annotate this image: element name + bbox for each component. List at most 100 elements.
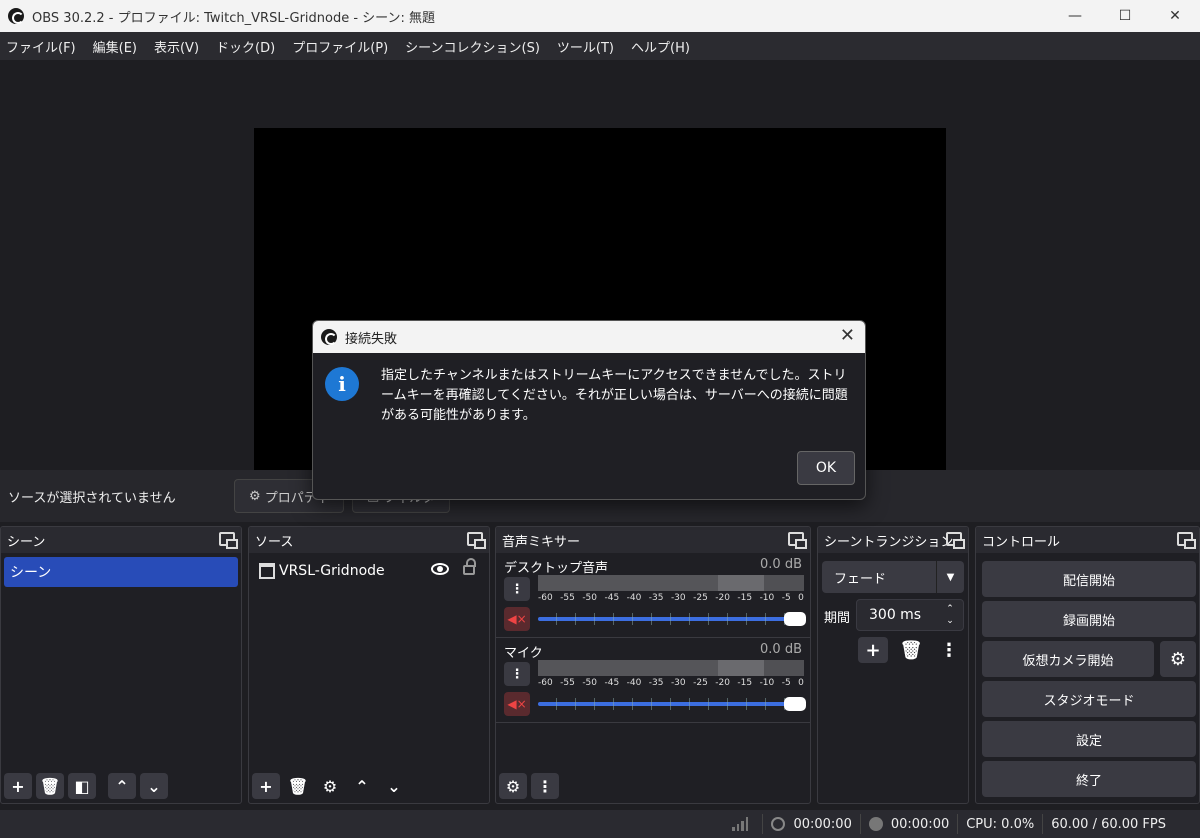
source-move-down-button[interactable]: ⌄	[380, 773, 408, 799]
dropdown-arrow-icon: ▼	[936, 561, 964, 593]
volume-meter	[538, 575, 804, 591]
popout-icon[interactable]	[467, 532, 486, 549]
start-recording-button[interactable]: 録画開始	[982, 601, 1196, 637]
scene-item[interactable]: シーン	[4, 557, 238, 587]
transition-menu-button[interactable]: ⋮	[934, 637, 964, 663]
volume-fader[interactable]	[538, 697, 806, 711]
audio-mixer-dock: 音声ミキサー デスクトップ音声 0.0 dB ⋮ ◀× -60 -55 -50 -45…	[495, 526, 811, 804]
start-virtual-camera-button[interactable]: 仮想カメラ開始	[982, 641, 1154, 677]
fps-readout: 60.00 / 60.00 FPS	[1051, 816, 1166, 832]
fader-handle[interactable]	[784, 612, 806, 626]
settings-button[interactable]: 設定	[982, 721, 1196, 757]
gear-icon: ⚙	[249, 488, 261, 504]
gear-icon: ⚙	[322, 776, 338, 796]
popout-icon[interactable]	[946, 532, 965, 549]
dialog-message: 指定したチャンネルまたはストリームキーにアクセスできませんでした。ストリームキー…	[381, 368, 848, 423]
mixer-channel-desktop: デスクトップ音声 0.0 dB ⋮ ◀× -60 -55 -50 -45 -40 -35-…	[496, 553, 810, 638]
trash-icon: 🗑	[287, 776, 309, 796]
remove-source-button[interactable]: 🗑	[284, 773, 312, 799]
mute-button[interactable]: ◀×	[504, 692, 530, 716]
chevron-up-icon: ⌃	[115, 776, 129, 796]
info-icon: i	[325, 367, 359, 401]
maximize-button[interactable]: ☐	[1100, 0, 1150, 32]
fader-handle[interactable]	[784, 697, 806, 711]
scenes-dock: シーン シーン + 🗑 ◧ ⌃ ⌄	[0, 526, 242, 804]
no-source-selected-label: ソースが選択されていません	[8, 490, 176, 506]
lock-icon[interactable]	[463, 558, 476, 575]
menu-edit[interactable]: 編集(E)	[93, 37, 137, 56]
start-streaming-button[interactable]: 配信開始	[982, 561, 1196, 597]
transition-select[interactable]: フェード ▼	[822, 561, 964, 593]
filter-icon: ◧	[74, 776, 90, 796]
add-source-button[interactable]: +	[252, 773, 280, 799]
dialog-title: 接続失敗	[345, 331, 398, 347]
controls-dock: コントロール 配信開始 録画開始 仮想カメラ開始 ⚙ スタジオモード 設定 終了	[975, 526, 1200, 804]
chevron-down-icon: ⌄	[147, 776, 161, 796]
mixer-title: 音声ミキサー	[502, 534, 581, 550]
popout-icon[interactable]	[219, 532, 238, 549]
popout-icon[interactable]	[788, 532, 807, 549]
cpu-usage: CPU: 0.0%	[966, 816, 1035, 832]
menu-tools[interactable]: ツール(T)	[557, 37, 614, 56]
sources-dock: ソース VRSL-Gridnode + 🗑 ⚙ ⌃ ⌄	[248, 526, 490, 804]
menu-file[interactable]: ファイル(F)	[6, 37, 76, 56]
mixer-menu-button[interactable]: ⋮	[531, 773, 559, 799]
minimize-button[interactable]: —	[1050, 0, 1100, 32]
volume-meter	[538, 660, 804, 676]
source-item[interactable]: VRSL-Gridnode	[259, 558, 481, 583]
mixer-channel-mic: マイク 0.0 dB ⋮ ◀× -60 -55 -50 -45 -40 -35 -30 -25…	[496, 638, 810, 723]
remove-scene-button[interactable]: 🗑	[36, 773, 64, 799]
exit-button[interactable]: 終了	[982, 761, 1196, 797]
mute-button[interactable]: ◀×	[504, 607, 530, 631]
record-time: 00:00:00	[890, 816, 950, 832]
source-move-up-button[interactable]: ⌃	[348, 773, 376, 799]
duration-spinner[interactable]: ⌃ ⌄	[937, 600, 963, 630]
channel-menu-button[interactable]: ⋮	[504, 577, 530, 601]
dialog-close-button[interactable]: ✕	[840, 325, 855, 346]
status-bar: 00:00:00 00:00:00 CPU: 0.0% 60.00 / 60.0…	[0, 810, 1200, 838]
virtual-camera-settings-button[interactable]: ⚙	[1160, 641, 1196, 677]
scene-filters-button[interactable]: ◧	[68, 773, 96, 799]
window-close-button[interactable]: ✕	[1150, 0, 1200, 32]
meter-scale: -60 -55 -50 -45 -40 -35 -30 -25 -20 -15 -10 -5 0	[538, 678, 804, 688]
connection-failed-dialog: 接続失敗 ✕ i 指定したチャンネルまたはストリームキーにアクセスできませんでし…	[312, 320, 866, 500]
menu-dock[interactable]: ドック(D)	[216, 37, 275, 56]
chevron-down-icon: ⌄	[387, 776, 401, 796]
network-signal-icon	[732, 817, 749, 831]
title-bar: OBS 30.2.2 - プロファイル: Twitch_VRSL-Gridnod…	[0, 0, 1200, 32]
muted-speaker-icon: ◀×	[507, 697, 527, 711]
visibility-eye-icon[interactable]	[431, 563, 449, 575]
sources-title: ソース	[255, 534, 294, 550]
menu-profile[interactable]: プロファイル(P)	[292, 37, 388, 56]
menu-bar: ファイル(F) 編集(E) 表示(V) ドック(D) プロファイル(P) シーン…	[0, 32, 1200, 60]
obs-logo-icon	[321, 329, 337, 345]
studio-mode-button[interactable]: スタジオモード	[982, 681, 1196, 717]
source-properties-button[interactable]: ⚙	[316, 773, 344, 799]
duration-label: 期間	[824, 611, 851, 626]
channel-name: マイク	[504, 646, 543, 661]
channel-menu-button[interactable]: ⋮	[504, 662, 530, 686]
menu-help[interactable]: ヘルプ(H)	[631, 37, 690, 56]
channel-name: デスクトップ音声	[504, 561, 609, 576]
menu-view[interactable]: 表示(V)	[154, 37, 199, 56]
menu-scene-collection[interactable]: シーンコレクション(S)	[405, 37, 540, 56]
move-down-button[interactable]: ⌄	[140, 773, 168, 799]
transitions-title: シーントランジション	[824, 534, 954, 550]
duration-input[interactable]: 300 ms ⌃ ⌄	[856, 599, 964, 631]
advanced-audio-button[interactable]: ⚙	[499, 773, 527, 799]
popout-icon[interactable]	[1177, 532, 1196, 549]
channel-db: 0.0 dB	[760, 557, 802, 572]
add-transition-button[interactable]: +	[858, 637, 888, 663]
move-up-button[interactable]: ⌃	[108, 773, 136, 799]
window-title: OBS 30.2.2 - プロファイル: Twitch_VRSL-Gridnod…	[32, 10, 436, 26]
trash-icon: 🗑	[899, 639, 923, 661]
obs-logo-icon	[8, 8, 24, 24]
add-scene-button[interactable]: +	[4, 773, 32, 799]
volume-fader[interactable]	[538, 612, 806, 626]
stream-status-icon	[771, 817, 786, 831]
meter-scale: -60 -55 -50 -45 -40 -35 -30 -25 -20 -15 -10 -5 0	[538, 593, 804, 603]
controls-title: コントロール	[982, 534, 1061, 550]
ok-button[interactable]: OK	[797, 451, 855, 485]
scene-transitions-dock: シーントランジション フェード ▼ 期間 300 ms ⌃ ⌄ + 🗑 ⋮	[817, 526, 969, 804]
remove-transition-button[interactable]: 🗑	[896, 637, 926, 663]
